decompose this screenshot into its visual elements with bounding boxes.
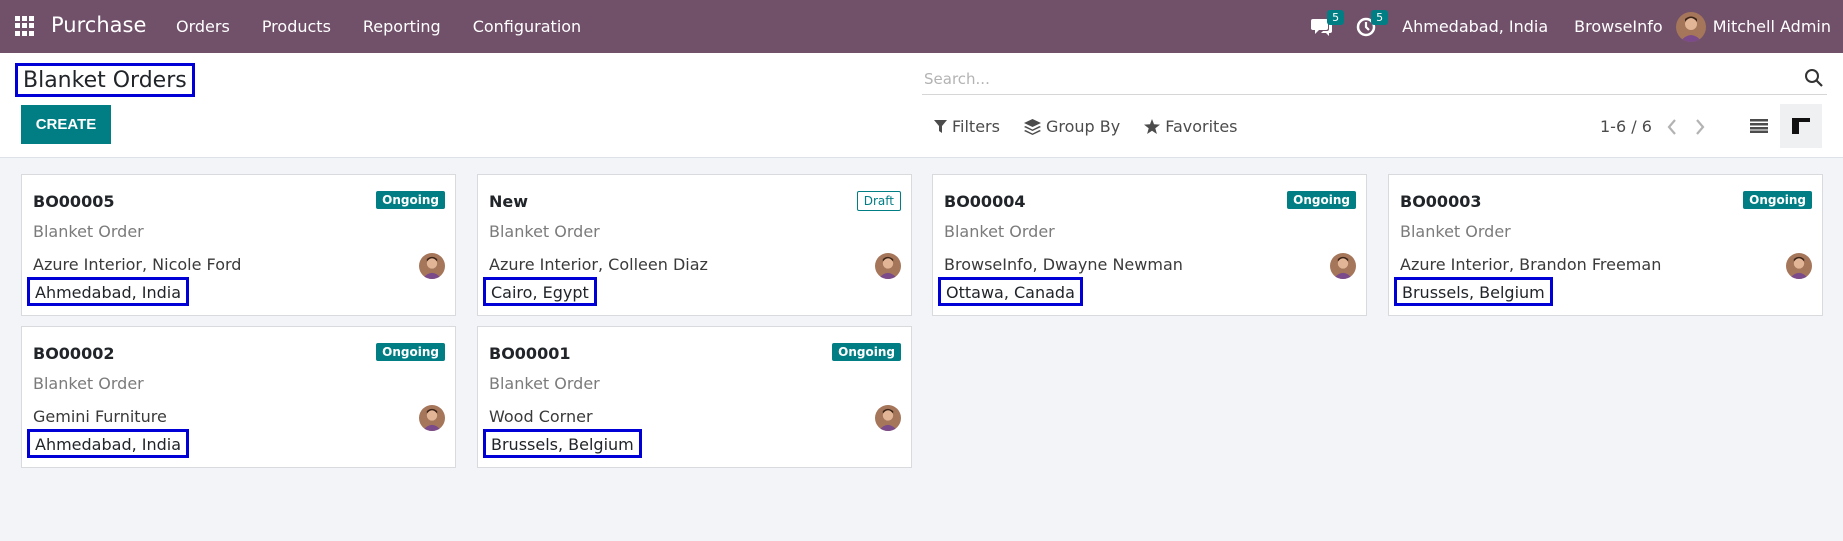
kanban-card[interactable]: BO00004 Ongoing Blanket Order BrowseInfo…	[932, 174, 1367, 316]
menu-orders[interactable]: Orders	[176, 17, 230, 36]
user-avatar	[1675, 11, 1706, 42]
favorites-label: Favorites	[1165, 117, 1238, 136]
user-avatar[interactable]	[419, 253, 445, 279]
order-type: Blanket Order	[489, 222, 600, 241]
partner-name: BrowseInfo, Dwayne Newman	[944, 255, 1183, 274]
location-highlight: Brussels, Belgium	[1394, 277, 1553, 306]
order-reference: New	[489, 192, 529, 211]
filters-button[interactable]: Filters	[934, 117, 1000, 136]
user-name: Mitchell Admin	[1712, 17, 1831, 36]
kanban-card[interactable]: BO00005 Ongoing Blanket Order Azure Inte…	[21, 174, 456, 316]
company-switcher[interactable]: BrowseInfo	[1574, 17, 1663, 36]
chevron-left-icon	[1667, 119, 1676, 135]
page-title: Blanket Orders	[15, 63, 195, 97]
location-highlight: Ottawa, Canada	[938, 277, 1083, 306]
list-icon	[1750, 119, 1768, 133]
group-by-button[interactable]: Group By	[1023, 117, 1121, 136]
navbar-systray: 5 5 Ahmedabad, India BrowseInfo Mitchell…	[1302, 0, 1843, 53]
messages-button[interactable]: 5	[1302, 0, 1345, 53]
top-navbar: Purchase Orders Products Reporting Confi…	[0, 0, 1843, 53]
status-badge: Ongoing	[376, 191, 445, 209]
status-badge: Draft	[856, 191, 901, 211]
order-type: Blanket Order	[489, 374, 600, 393]
app-title[interactable]: Purchase	[51, 13, 146, 37]
search-icon[interactable]	[1803, 67, 1825, 89]
status-badge: Ongoing	[832, 343, 901, 361]
partner-name: Wood Corner	[489, 407, 593, 426]
kanban-icon	[1792, 118, 1810, 134]
order-reference: BO00003	[1400, 192, 1482, 211]
list-view-button[interactable]	[1738, 104, 1780, 148]
order-reference: BO00004	[944, 192, 1026, 211]
search-bar	[922, 63, 1827, 95]
search-input[interactable]	[924, 67, 1784, 91]
status-badge: Ongoing	[376, 343, 445, 361]
kanban-card[interactable]: BO00001 Ongoing Blanket Order Wood Corne…	[477, 326, 912, 468]
menu-configuration[interactable]: Configuration	[473, 17, 582, 36]
kanban-view-button[interactable]	[1780, 104, 1822, 148]
messages-count-badge: 5	[1327, 10, 1345, 25]
create-button[interactable]: CREATE	[21, 105, 111, 144]
filters-label: Filters	[952, 117, 1000, 136]
order-type: Blanket Order	[33, 222, 144, 241]
kanban-card[interactable]: New Draft Blanket Order Azure Interior, …	[477, 174, 912, 316]
order-type: Blanket Order	[1400, 222, 1511, 241]
location-highlight: Ahmedabad, India	[27, 429, 190, 458]
filter-icon	[934, 119, 947, 133]
location-highlight: Cairo, Egypt	[483, 277, 597, 306]
user-avatar[interactable]	[1786, 253, 1812, 279]
control-panel: Blanket Orders CREATE Filters Group By F…	[0, 53, 1843, 158]
location-highlight: Ahmedabad, India	[27, 277, 190, 306]
favorites-button[interactable]: Favorites	[1144, 117, 1238, 136]
pager-previous-button[interactable]	[1662, 115, 1682, 139]
star-icon	[1144, 119, 1161, 134]
partner-name: Azure Interior, Brandon Freeman	[1400, 255, 1662, 274]
order-reference: BO00001	[489, 344, 571, 363]
kanban-card[interactable]: BO00003 Ongoing Blanket Order Azure Inte…	[1388, 174, 1823, 316]
user-avatar[interactable]	[875, 405, 901, 431]
order-type: Blanket Order	[944, 222, 1055, 241]
menu-products[interactable]: Products	[262, 17, 331, 36]
partner-name: Azure Interior, Nicole Ford	[33, 255, 242, 274]
order-type: Blanket Order	[33, 374, 144, 393]
group-by-label: Group By	[1045, 117, 1121, 136]
activities-button[interactable]: 5	[1346, 0, 1389, 53]
status-badge: Ongoing	[1287, 191, 1356, 209]
status-badge: Ongoing	[1743, 191, 1812, 209]
pager-value[interactable]: 1-6 / 6	[1600, 117, 1652, 136]
menu-reporting[interactable]: Reporting	[363, 17, 441, 36]
user-menu[interactable]: Mitchell Admin	[1675, 11, 1831, 42]
order-reference: BO00005	[33, 192, 115, 211]
location-highlight: Brussels, Belgium	[483, 429, 642, 458]
search-options: Filters Group By Favorites	[934, 117, 1262, 136]
pager-next-button[interactable]	[1690, 115, 1710, 139]
apps-menu-icon[interactable]	[15, 16, 35, 36]
chevron-right-icon	[1696, 119, 1705, 135]
order-reference: BO00002	[33, 344, 115, 363]
user-avatar[interactable]	[875, 253, 901, 279]
kanban-card[interactable]: BO00002 Ongoing Blanket Order Gemini Fur…	[21, 326, 456, 468]
main-menu: Orders Products Reporting Configuration	[160, 0, 597, 53]
user-avatar[interactable]	[419, 405, 445, 431]
user-avatar[interactable]	[1330, 253, 1356, 279]
partner-name: Azure Interior, Colleen Diaz	[489, 255, 708, 274]
company-location[interactable]: Ahmedabad, India	[1402, 17, 1548, 36]
partner-name: Gemini Furniture	[33, 407, 167, 426]
activities-count-badge: 5	[1371, 10, 1389, 25]
layers-icon	[1023, 118, 1041, 135]
